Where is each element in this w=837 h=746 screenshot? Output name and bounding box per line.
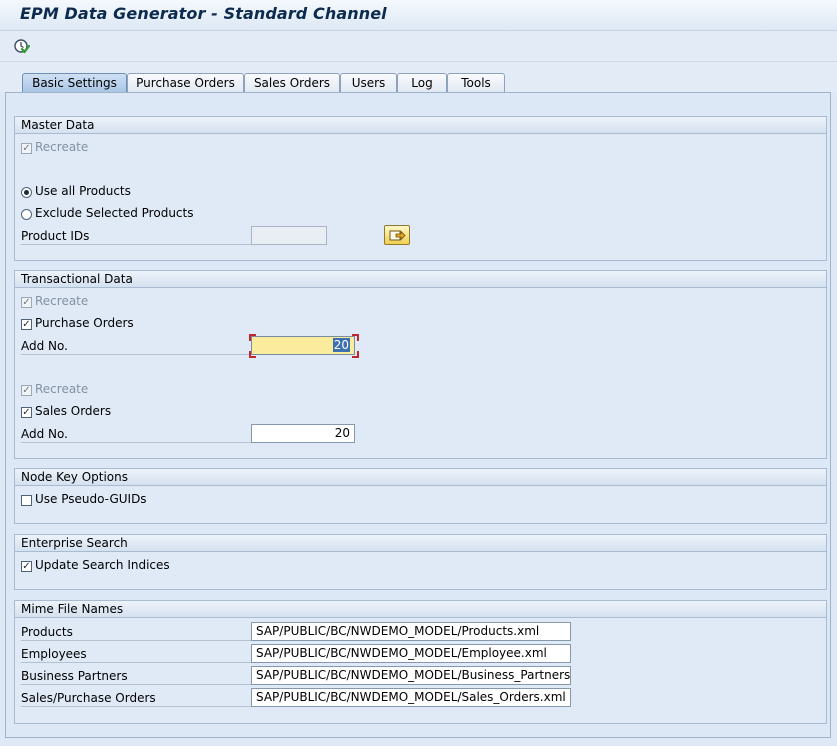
title-bar: EPM Data Generator - Standard Channel bbox=[0, 0, 837, 31]
tab-content-basic-settings: Master Data ✓ Recreate Use all Products … bbox=[5, 92, 831, 738]
node-key-options-group: Node Key Options Use Pseudo-GUIDs bbox=[14, 468, 827, 524]
execute-clock-icon[interactable] bbox=[13, 37, 31, 55]
master-recreate-label: Recreate bbox=[35, 140, 89, 154]
multiple-selection-button[interactable] bbox=[384, 225, 410, 245]
so-add-no-input[interactable]: 20 bbox=[251, 424, 355, 443]
update-search-indices-label: Update Search Indices bbox=[35, 558, 170, 572]
application-toolbar bbox=[0, 31, 837, 62]
tab-sales-orders[interactable]: Sales Orders bbox=[244, 73, 340, 92]
mime-sales-purchase-orders-label: Sales/Purchase Orders bbox=[21, 689, 253, 707]
window-title: EPM Data Generator - Standard Channel bbox=[20, 4, 387, 23]
sales-orders-label: Sales Orders bbox=[35, 404, 112, 418]
sales-orders-checkbox[interactable]: ✓ bbox=[21, 407, 32, 418]
mime-products-label: Products bbox=[21, 623, 253, 641]
tab-log[interactable]: Log bbox=[397, 73, 447, 92]
product-ids-label: Product IDs bbox=[21, 227, 253, 245]
group-title: Enterprise Search bbox=[15, 535, 826, 552]
so-add-no-label: Add No. bbox=[21, 425, 253, 443]
po-add-no-selected-text: 20 bbox=[332, 338, 350, 352]
focus-corner bbox=[352, 351, 359, 358]
master-recreate-checkbox: ✓ bbox=[21, 143, 32, 154]
po-add-no-input[interactable]: 20 bbox=[251, 336, 355, 355]
group-title: Transactional Data bbox=[15, 271, 826, 288]
group-title: Node Key Options bbox=[15, 469, 826, 486]
pseudo-guids-checkbox[interactable] bbox=[21, 495, 32, 506]
mime-products-input[interactable]: SAP/PUBLIC/BC/NWDEMO_MODEL/Products.xml bbox=[251, 622, 571, 641]
transactional-data-group: Transactional Data ✓ Recreate ✓ Purchase… bbox=[14, 270, 827, 459]
mime-business-partners-input[interactable]: SAP/PUBLIC/BC/NWDEMO_MODEL/Business_Part… bbox=[251, 666, 571, 685]
tab-users[interactable]: Users bbox=[340, 73, 397, 92]
tab-tools[interactable]: Tools bbox=[447, 73, 505, 92]
focus-corner bbox=[249, 351, 256, 358]
po-add-no-label: Add No. bbox=[21, 337, 253, 355]
use-all-products-radio[interactable] bbox=[21, 187, 32, 198]
mime-employees-label: Employees bbox=[21, 645, 253, 663]
purchase-orders-checkbox[interactable]: ✓ bbox=[21, 319, 32, 330]
enterprise-search-group: Enterprise Search ✓ Update Search Indice… bbox=[14, 534, 827, 590]
focus-corner bbox=[352, 334, 359, 341]
group-title: Master Data bbox=[15, 117, 826, 134]
pseudo-guids-label: Use Pseudo-GUIDs bbox=[35, 492, 147, 506]
mime-employees-input[interactable]: SAP/PUBLIC/BC/NWDEMO_MODEL/Employee.xml bbox=[251, 644, 571, 663]
tab-basic-settings[interactable]: Basic Settings bbox=[22, 73, 127, 92]
update-search-indices-checkbox[interactable]: ✓ bbox=[21, 561, 32, 572]
exclude-selected-products-label: Exclude Selected Products bbox=[35, 206, 194, 220]
po-recreate-checkbox: ✓ bbox=[21, 297, 32, 308]
mime-sales-purchase-orders-input[interactable]: SAP/PUBLIC/BC/NWDEMO_MODEL/Sales_Orders.… bbox=[251, 688, 571, 707]
product-ids-input bbox=[251, 226, 327, 245]
use-all-products-label: Use all Products bbox=[35, 184, 131, 198]
exclude-selected-products-radio[interactable] bbox=[21, 209, 32, 220]
mime-business-partners-label: Business Partners bbox=[21, 667, 253, 685]
mime-file-names-group: Mime File Names Products SAP/PUBLIC/BC/N… bbox=[14, 600, 827, 724]
multiple-selection-arrow-icon bbox=[389, 228, 406, 245]
po-recreate-label: Recreate bbox=[35, 294, 89, 308]
group-title: Mime File Names bbox=[15, 601, 826, 618]
so-recreate-checkbox: ✓ bbox=[21, 385, 32, 396]
master-data-group: Master Data ✓ Recreate Use all Products … bbox=[14, 116, 827, 261]
focus-corner bbox=[249, 334, 256, 341]
tab-strip: Basic Settings Purchase Orders Sales Ord… bbox=[0, 62, 837, 92]
purchase-orders-label: Purchase Orders bbox=[35, 316, 134, 330]
so-recreate-label: Recreate bbox=[35, 382, 89, 396]
tab-purchase-orders[interactable]: Purchase Orders bbox=[127, 73, 244, 92]
